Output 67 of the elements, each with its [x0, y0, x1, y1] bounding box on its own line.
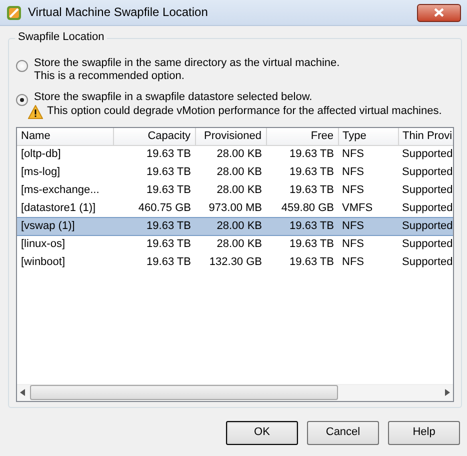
table-cell-text: 28.00 KB: [216, 182, 263, 198]
column-header[interactable]: Type: [338, 128, 398, 146]
horizontal-scrollbar[interactable]: [17, 384, 453, 401]
table-cell-text: NFS: [341, 164, 365, 180]
table-cell-text: Supported: [401, 182, 453, 198]
left-arrow-icon[interactable]: [20, 389, 26, 396]
table-cell-text: [ms-log]: [20, 164, 62, 180]
right-arrow-icon[interactable]: [444, 389, 450, 396]
table-cell: Supported: [398, 236, 453, 254]
dialog-button[interactable]: Cancel: [307, 421, 379, 445]
table-cell-text: 19.63 TB: [288, 164, 335, 180]
table-cell: 973.00 MB: [195, 200, 266, 218]
table-cell: 19.63 TB: [113, 236, 195, 254]
table-cell: [vswap (1)]: [17, 218, 113, 236]
warning-icon: [28, 104, 43, 119]
table-cell-text: 28.00 KB: [216, 164, 263, 180]
table-cell-text: 19.63 TB: [288, 254, 335, 270]
table-cell-text: [ms-exchange...: [20, 182, 100, 198]
option-label: Store the swapfile in a swapfile datastore selected below.: [34, 91, 314, 105]
group-title: Swapfile Location: [15, 31, 108, 44]
table-cell: 459.80 GB: [266, 200, 338, 218]
table-cell-text: 19.63 TB: [146, 254, 192, 270]
table-cell: Supported: [398, 146, 453, 164]
table-cell: 460.75 GB: [113, 200, 195, 218]
table-cell: 28.00 KB: [195, 218, 266, 236]
table-cell: [linux-os]: [17, 236, 113, 254]
column-header[interactable]: Capacity: [113, 128, 195, 146]
table-cell-text: 19.63 TB: [288, 182, 335, 198]
close-button[interactable]: [417, 4, 461, 22]
column-header[interactable]: Provisioned: [195, 128, 266, 146]
column-header[interactable]: Free: [266, 128, 338, 146]
table-cell: [datastore1 (1)]: [17, 200, 113, 218]
table-cell-text: NFS: [341, 254, 365, 270]
app-icon: [6, 4, 22, 20]
table-cell-text: Supported: [401, 254, 453, 270]
column-header[interactable]: Name: [17, 128, 113, 146]
close-icon: [434, 8, 444, 17]
table-cell: 19.63 TB: [266, 218, 338, 236]
table-cell-text: NFS: [341, 182, 365, 198]
table-cell: NFS: [338, 146, 398, 164]
table-cell: 19.63 TB: [266, 146, 338, 164]
column-header[interactable]: Thin Provi: [398, 128, 453, 146]
table-cell: 19.63 TB: [113, 146, 195, 164]
table-cell: 28.00 KB: [195, 146, 266, 164]
option-note: This is a recommended option.: [34, 70, 186, 84]
table-cell: 19.63 TB: [266, 236, 338, 254]
scroll-thumb[interactable]: [30, 385, 338, 400]
option-label: Store the swapfile in the same directory as the virtual machine.: [34, 57, 340, 70]
table-cell-text: 19.63 TB: [146, 182, 192, 198]
table-cell-text: [winboot]: [20, 254, 66, 270]
table-cell: 28.00 KB: [195, 236, 266, 254]
radio-button[interactable]: [16, 94, 28, 106]
dialog-button[interactable]: OK: [226, 421, 298, 445]
window-title: Virtual Machine Swapfile Location: [28, 5, 208, 20]
dialog-button[interactable]: Help: [388, 421, 460, 445]
radio-button[interactable]: [16, 60, 28, 72]
table-cell: [oltp-db]: [17, 146, 113, 164]
table-cell: NFS: [338, 236, 398, 254]
table-cell-text: 132.30 GB: [208, 254, 263, 270]
table-cell: Supported: [398, 200, 453, 218]
table-cell: Supported: [398, 218, 453, 236]
table-cell: 19.63 TB: [113, 218, 195, 236]
table-cell-text: Supported: [401, 164, 453, 180]
option-note: This option could degrade vMotion performance for the affected virtual machines.: [47, 104, 442, 118]
table-cell: NFS: [338, 218, 398, 236]
table-cell-text: 19.63 TB: [146, 164, 192, 180]
table-cell: VMFS: [338, 200, 398, 218]
